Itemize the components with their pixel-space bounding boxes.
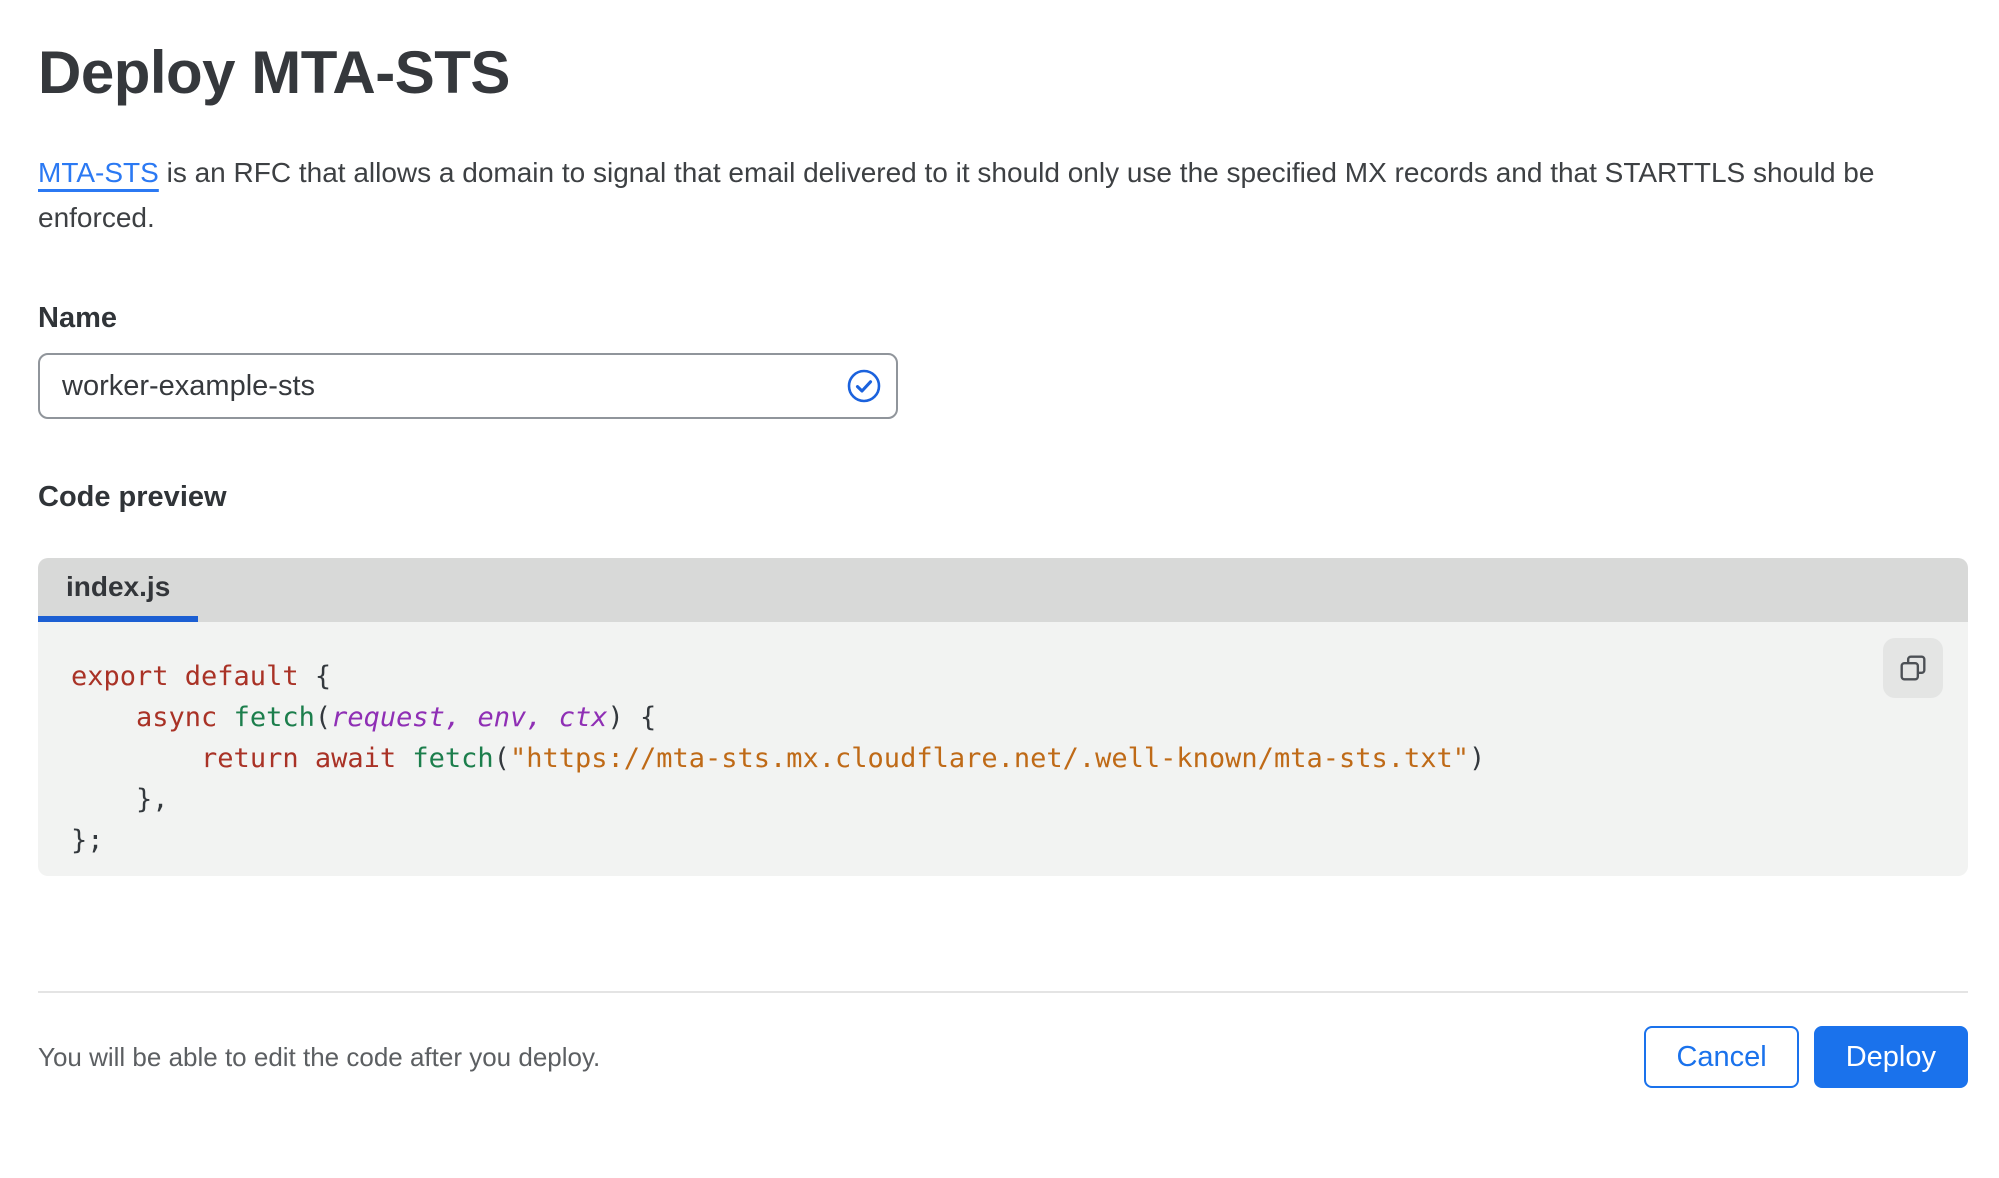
tab-index-js[interactable]: index.js	[38, 558, 199, 622]
footer: You will be able to edit the code after …	[38, 1026, 1968, 1088]
code-area: export default { async fetch(request, en…	[38, 622, 1968, 876]
mta-sts-link[interactable]: MTA-STS	[38, 157, 159, 188]
deploy-button[interactable]: Deploy	[1813, 1026, 1968, 1088]
code-tab-bar: index.js	[38, 558, 1968, 622]
code-block: export default { async fetch(request, en…	[71, 661, 1486, 856]
name-input-wrap	[38, 353, 898, 419]
copy-code-button[interactable]	[1883, 638, 1943, 698]
deploy-mta-sts-page: Deploy MTA-STS MTA-STS is an RFC that al…	[0, 40, 1999, 1088]
footer-actions: Cancel Deploy	[1644, 1026, 1968, 1088]
footer-divider	[38, 991, 1968, 993]
cancel-button[interactable]: Cancel	[1644, 1026, 1799, 1088]
code-preview-card: index.js export default { async fetch(re…	[38, 558, 1968, 876]
name-input[interactable]	[38, 353, 898, 419]
intro-paragraph: MTA-STS is an RFC that allows a domain t…	[38, 150, 1948, 240]
code-preview-label: Code preview	[38, 481, 227, 513]
intro-text: is an RFC that allows a domain to signal…	[38, 157, 1875, 233]
footer-note: You will be able to edit the code after …	[38, 1041, 601, 1072]
page-title: Deploy MTA-STS	[38, 39, 510, 106]
name-label: Name	[38, 302, 117, 334]
check-circle-icon	[847, 369, 881, 403]
copy-icon	[1900, 655, 1926, 681]
